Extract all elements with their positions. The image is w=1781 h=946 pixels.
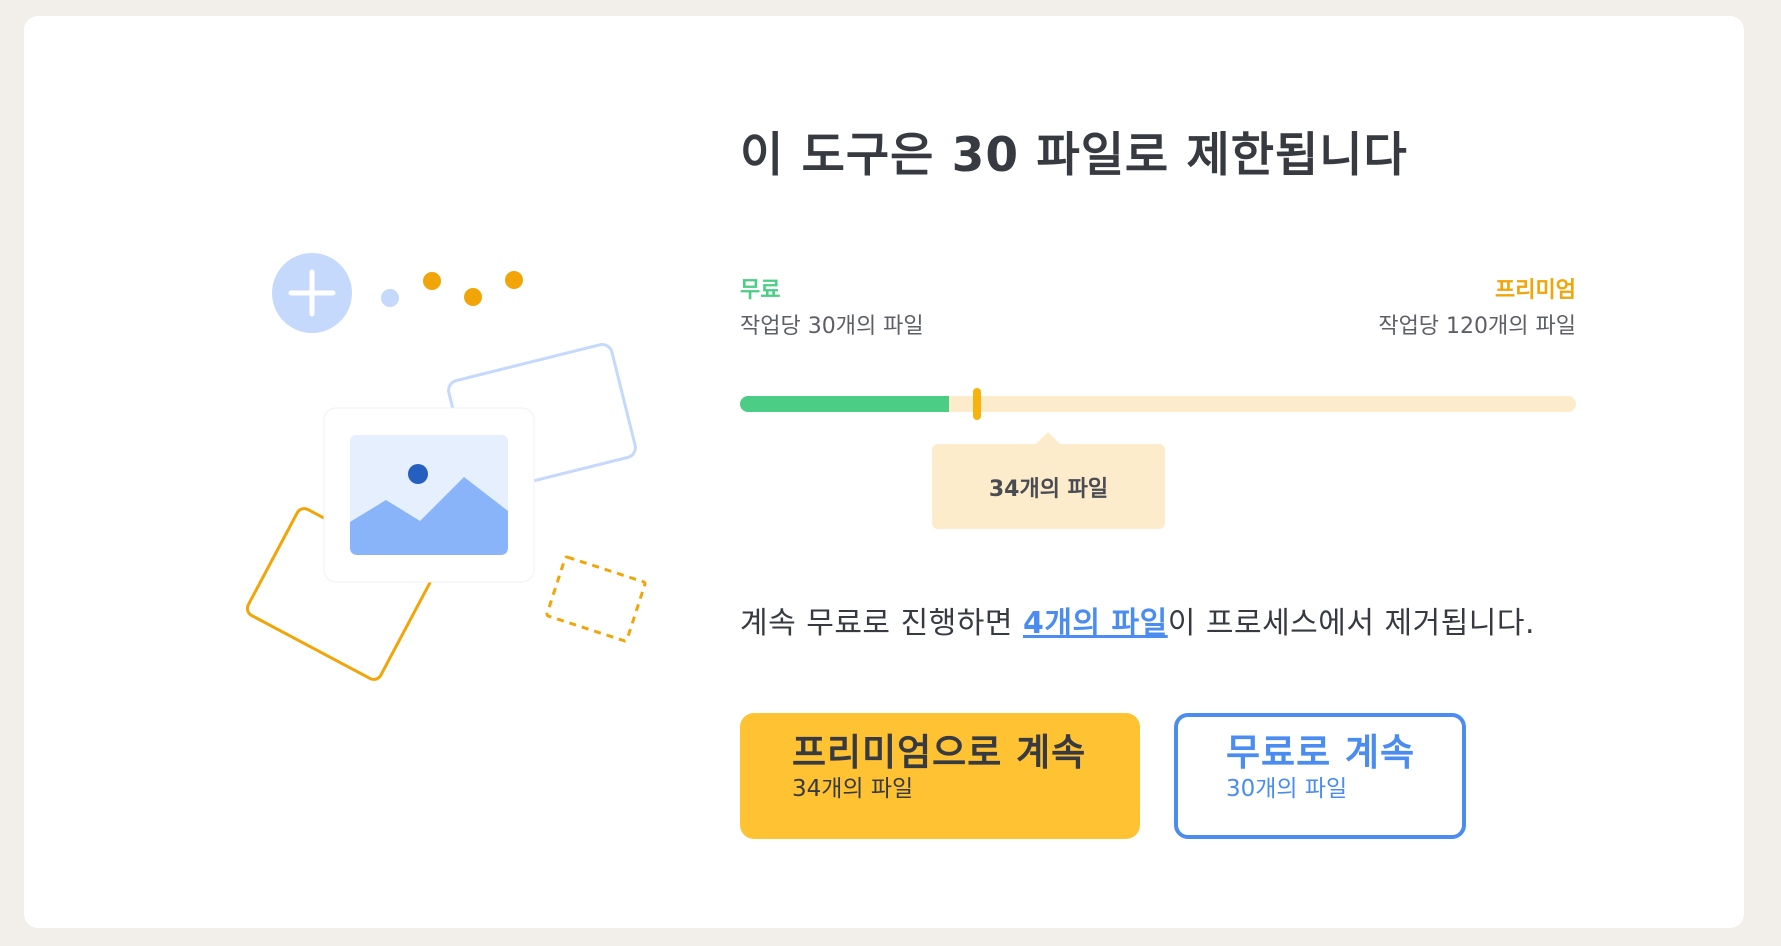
premium-plan-label: 프리미엄 [1495, 278, 1576, 303]
premium-plan-desc: 작업당 120개의 파일 [1378, 314, 1576, 339]
content-panel: 이 도구은 30 파일로 제한됩니다 무료 작업당 30개의 파일 프리미엄 작… [716, 16, 1576, 928]
usage-progress-bar [740, 388, 1576, 420]
message-suffix: 이 프로세스에서 제거됩니다. [1167, 606, 1536, 641]
free-plan-info: 무료 작업당 30개의 파일 [740, 278, 924, 340]
continue-premium-button[interactable]: 프리미엄으로 계속 34개의 파일 [740, 713, 1140, 839]
warning-message: 계속 무료로 진행하면 4개의 파일이 프로세스에서 제거됩니다. [740, 598, 1535, 642]
continue-free-button[interactable]: 무료로 계속 30개의 파일 [1174, 713, 1466, 839]
usage-tooltip: 34개의 파일 [932, 432, 1165, 529]
free-limit-fill [740, 396, 949, 412]
continue-premium-label: 프리미엄으로 계속 [792, 731, 1087, 774]
message-prefix: 계속 무료로 진행하면 [740, 606, 1024, 641]
page-title: 이 도구은 30 파일로 제한됩니다 [740, 128, 1408, 183]
continue-premium-sub: 34개의 파일 [792, 776, 914, 802]
dots-icon [381, 271, 523, 307]
upload-illustration [224, 241, 664, 701]
premium-plan-info: 프리미엄 작업당 120개의 파일 [1378, 278, 1576, 340]
removed-files-link[interactable]: 4개의 파일 [1023, 606, 1168, 641]
dashed-frame [545, 555, 647, 643]
plus-icon [272, 253, 352, 333]
free-plan-label: 무료 [740, 278, 781, 303]
continue-free-label: 무료로 계속 [1226, 731, 1416, 774]
continue-free-sub: 30개의 파일 [1226, 776, 1348, 802]
image-icon [323, 407, 535, 583]
free-plan-desc: 작업당 30개의 파일 [740, 314, 924, 339]
current-usage-marker [972, 388, 981, 420]
limit-dialog: 이 도구은 30 파일로 제한됩니다 무료 작업당 30개의 파일 프리미엄 작… [24, 16, 1744, 928]
